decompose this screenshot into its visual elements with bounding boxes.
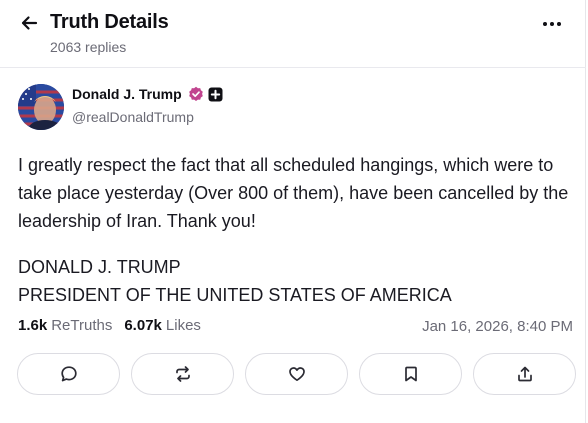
avatar-image [18, 84, 64, 130]
likes-count[interactable]: 6.07k [124, 317, 162, 334]
page-title: Truth Details [50, 11, 169, 33]
plus-badge-icon [208, 87, 223, 102]
share-icon [517, 366, 532, 382]
arrow-left-icon [21, 16, 38, 30]
like-button[interactable] [245, 353, 348, 395]
reply-button[interactable] [17, 353, 120, 395]
post-stats: 1.6k ReTruths 6.07k Likes [18, 317, 201, 334]
signature-name: DONALD J. TRUMP [18, 257, 181, 277]
more-options-button[interactable] [538, 14, 566, 34]
verified-badge-icon [188, 86, 204, 102]
retruths-label[interactable]: ReTruths [51, 317, 112, 334]
more-horizontal-icon [543, 22, 561, 26]
retruth-button[interactable] [131, 353, 234, 395]
post-detail-panel: Truth Details 2063 replies Donald J. Tru… [0, 0, 586, 423]
post-text: I greatly respect the fact that all sche… [18, 155, 569, 231]
heart-icon [288, 367, 305, 382]
reply-count: 2063 replies [50, 39, 127, 55]
bookmark-button[interactable] [359, 353, 462, 395]
author-name-row: Donald J. Trump [72, 86, 223, 102]
bookmark-icon [404, 366, 417, 382]
header-divider [0, 67, 586, 68]
post-signature: DONALD J. TRUMP PRESIDENT OF THE UNITED … [18, 253, 578, 309]
comment-icon [60, 366, 77, 382]
author-name[interactable]: Donald J. Trump [72, 86, 182, 102]
page-header: Truth Details 2063 replies [0, 0, 586, 66]
back-button[interactable] [18, 12, 40, 34]
likes-label[interactable]: Likes [166, 317, 201, 334]
avatar[interactable] [18, 84, 64, 130]
share-button[interactable] [473, 353, 576, 395]
signature-title: PRESIDENT OF THE UNITED STATES OF AMERIC… [18, 285, 452, 305]
post-timestamp: Jan 16, 2026, 8:40 PM [422, 318, 573, 335]
author-handle[interactable]: @realDonaldTrump [72, 109, 194, 125]
action-bar [17, 353, 577, 397]
retruths-count[interactable]: 1.6k [18, 317, 47, 334]
repost-icon [175, 366, 190, 382]
